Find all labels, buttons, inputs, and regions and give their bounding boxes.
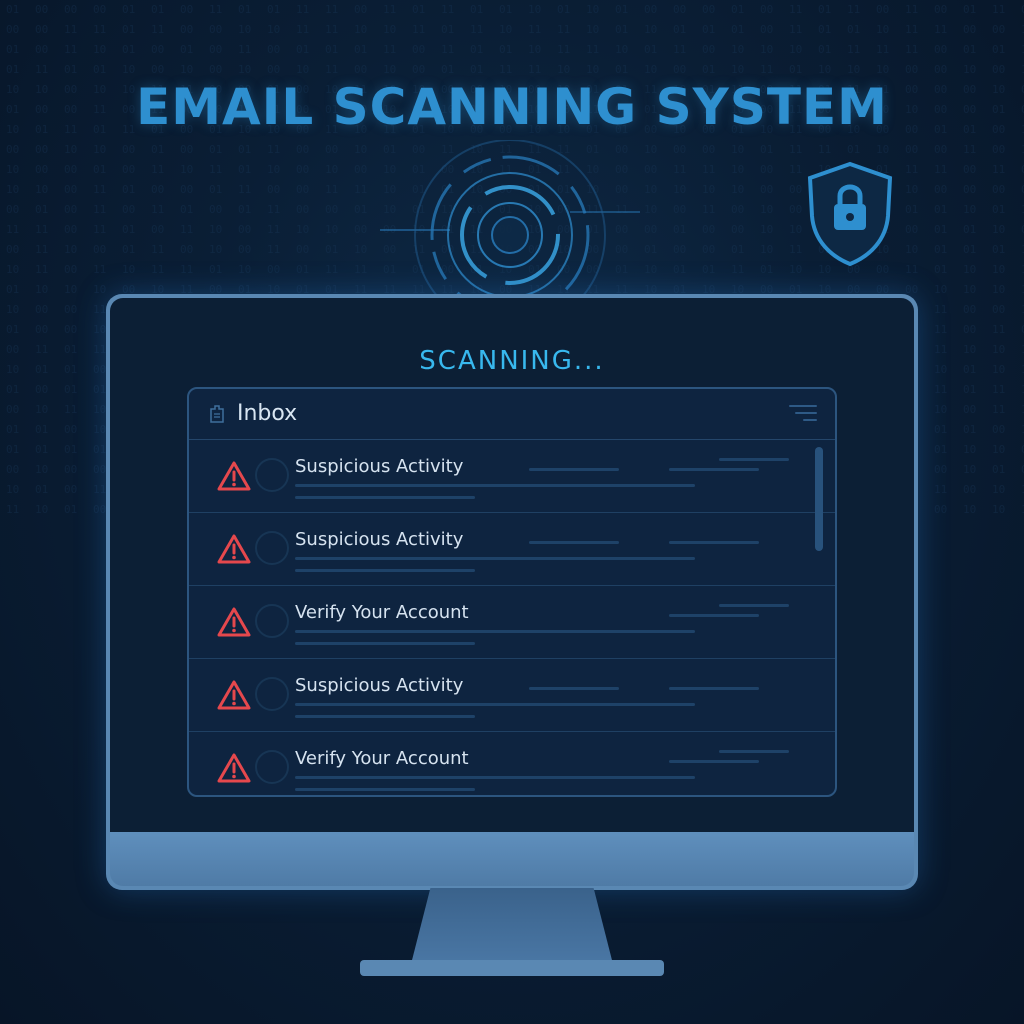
page-title: EMAIL SCANNING SYSTEM [136,78,888,136]
email-subject: Verify Your Account [295,748,469,769]
preview-line [669,760,759,763]
scanning-status: SCANNING... [419,346,605,376]
monitor-stand [410,888,614,968]
preview-line [719,604,789,607]
avatar [255,750,289,784]
preview-line [295,496,475,499]
inbox-panel: Inbox Suspicious Activity Suspicious Act… [187,387,837,797]
menu-icon[interactable] [789,405,817,427]
email-row[interactable]: Suspicious Activity [189,659,835,732]
avatar [255,458,289,492]
inbox-title: Inbox [237,401,298,426]
avatar [255,604,289,638]
warning-icon [217,607,251,637]
preview-line [669,468,759,471]
scrollbar[interactable] [815,447,823,792]
email-subject: Suspicious Activity [295,529,464,550]
shield-lock-icon [807,161,893,267]
preview-line [295,715,475,718]
warning-icon [217,534,251,564]
email-row[interactable]: Verify Your Account [189,732,835,795]
preview-line [669,614,759,617]
email-subject: Suspicious Activity [295,675,464,696]
monitor-base [360,960,664,976]
avatar [255,677,289,711]
warning-icon [217,753,251,783]
preview-line [529,541,619,544]
email-subject: Verify Your Account [295,602,469,623]
scroll-thumb[interactable] [815,447,823,551]
preview-line [295,703,695,706]
preview-line [295,776,695,779]
email-subject: Suspicious Activity [295,456,464,477]
preview-line [669,541,759,544]
preview-line [295,788,475,791]
avatar [255,531,289,565]
preview-line [295,630,695,633]
email-row[interactable]: Verify Your Account [189,586,835,659]
inbox-header: Inbox [189,389,835,440]
preview-line [669,687,759,690]
inbox-icon [210,405,224,423]
preview-line [295,642,475,645]
email-row[interactable]: Suspicious Activity [189,440,835,513]
warning-icon [217,461,251,491]
preview-line [295,569,475,572]
monitor-chin [110,832,914,886]
email-row[interactable]: Suspicious Activity [189,513,835,586]
preview-line [295,557,695,560]
warning-icon [217,680,251,710]
preview-line [719,458,789,461]
email-list: Suspicious Activity Suspicious Activity [189,440,835,795]
preview-line [529,687,619,690]
preview-line [719,750,789,753]
preview-line [295,484,695,487]
preview-line [529,468,619,471]
